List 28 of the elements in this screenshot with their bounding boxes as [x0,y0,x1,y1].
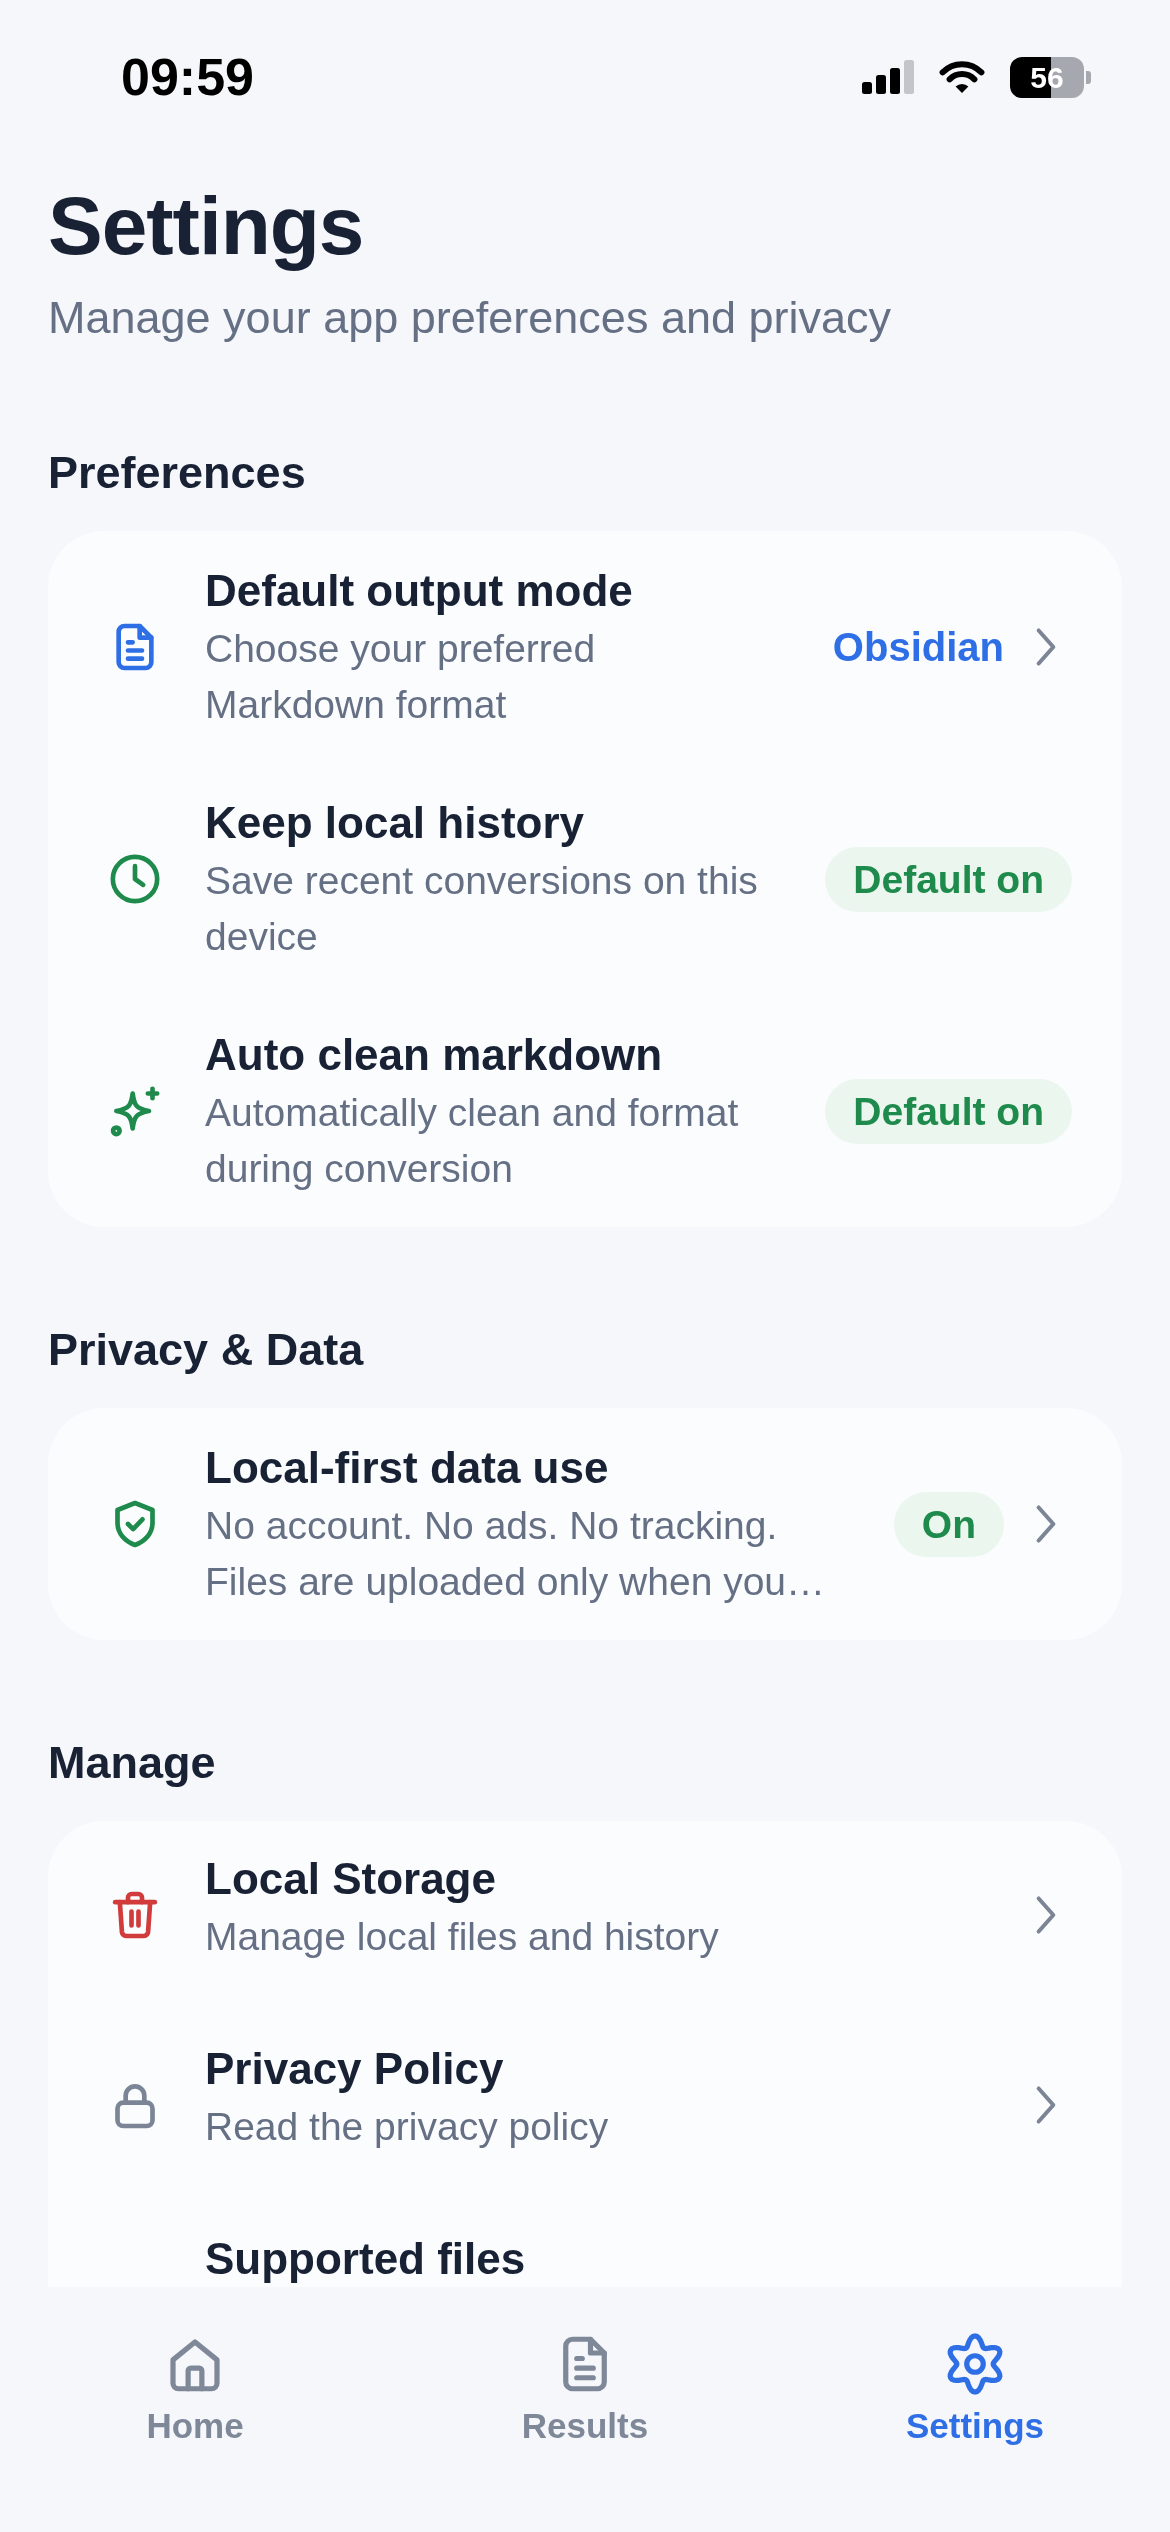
row-title: Local-first data use [205,1442,610,1494]
row-title: Privacy Policy [205,2043,505,2095]
section-heading: Preferences [48,446,307,500]
row-subtitle: No account. No ads. No tracking. Files are uploaded only when you… [205,1503,827,1605]
row-title: Keep local history [205,797,585,849]
status-badge: Default on [825,846,1072,912]
nav-tab[interactable]: Results [390,2287,780,2532]
row-subtitle: Manage local files and history [205,1914,720,1960]
page-subtitle: Manage your app preferences and privacy [48,291,892,345]
selected-value: Obsidian [832,624,1004,671]
row-subtitle: Choose your preferred Markdown format [205,626,597,728]
wifi-icon [938,60,986,94]
row-title: Auto clean markdown [205,1029,664,1081]
row-subtitle: Save recent conversions on this device [205,858,759,960]
row-title: Default output mode [205,565,634,617]
signal-icon [862,60,914,94]
nav-tab[interactable]: Settings [780,2287,1170,2532]
page-title: Settings [48,179,365,273]
row-subtitle: Automatically clean and format during conversion [205,1090,740,1192]
status-badge: On [893,1491,1004,1557]
section-heading: Manage [48,1736,217,1790]
status-time: 09:59 [121,47,254,107]
status-badge: Default on [825,1078,1072,1144]
row-title: Local Storage [205,1853,497,1905]
nav-tab[interactable]: Home [0,2287,390,2532]
row-title: Supported files [205,2233,527,2285]
row-subtitle: Read the privacy policy [205,2104,610,2150]
section-heading: Privacy & Data [48,1323,365,1377]
